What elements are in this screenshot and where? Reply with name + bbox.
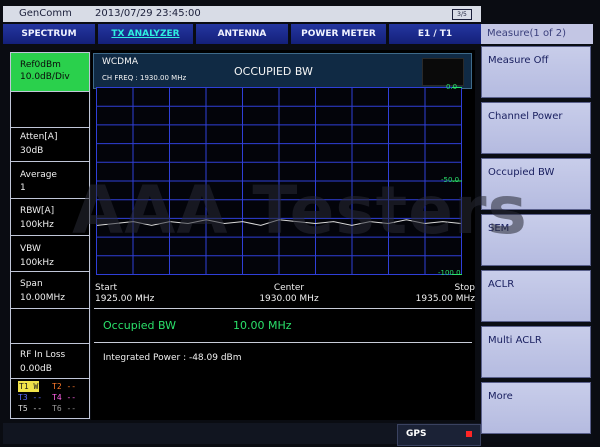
softkey-occupied-bw[interactable]: Occupied BW (481, 158, 591, 210)
center-label: Center (273, 283, 305, 293)
rf-loss-label: RF In Loss (20, 350, 66, 360)
datetime-label: 2013/07/29 23:45:00 (95, 8, 201, 19)
stop-freq: Stop 1935.00 MHz (409, 283, 475, 305)
measurement-mode: OCCUPIED BW (234, 65, 313, 78)
rbw-value: 100kHz (20, 220, 54, 230)
vbw-value: 100kHz (20, 258, 54, 268)
softkey-more[interactable]: More (481, 382, 591, 434)
measure-menu: Measure(1 of 2) Measure Off Channel Powe… (481, 22, 593, 442)
measurement-display: WCDMA CH FREQ : 1930.00 MHz OCCUPIED BW … (91, 50, 475, 420)
tab-spectrum[interactable]: SPECTRUM (3, 24, 96, 44)
analyzer-frame: GenComm 2013/07/29 23:45:00 3/5 SPECTRUM… (0, 0, 600, 447)
spectrum-plot (96, 87, 462, 275)
ref-mid-label: -50.0 (441, 176, 460, 184)
trace-t4[interactable]: T4 -- (52, 392, 76, 403)
tab-power-meter[interactable]: POWER METER (291, 24, 387, 44)
measure-menu-title: Measure(1 of 2) (481, 24, 593, 44)
scale-per-div: 10.0dB/Div (20, 72, 70, 82)
trace-t5[interactable]: T5 -- (18, 403, 42, 414)
softkey-sem[interactable]: SEM (481, 214, 591, 266)
trace-t2[interactable]: T2 -- (52, 381, 76, 392)
tab-antenna[interactable]: ANTENNA (196, 24, 289, 44)
start-value: 1925.00 MHz (95, 294, 155, 304)
integrated-power: Integrated Power : -48.09 dBm (103, 353, 242, 363)
gps-status-dot (466, 431, 472, 437)
trace-t6[interactable]: T6 -- (52, 403, 76, 414)
rbw-label: RBW[A] (20, 206, 55, 216)
stop-value: 1935.00 MHz (415, 294, 475, 304)
trace-t3[interactable]: T3 -- (18, 392, 42, 403)
mode-tabs: SPECTRUM TX ANALYZER ANTENNA POWER METER… (3, 24, 482, 44)
span-label: Span (20, 279, 43, 289)
span-value: 10.00MHz (20, 293, 66, 303)
center-value: 1930.00 MHz (259, 294, 319, 304)
trace-t1[interactable]: T1 W (18, 381, 40, 392)
softkey-multi-aclr[interactable]: Multi ACLR (481, 326, 591, 378)
occupied-bw-label: Occupied BW (103, 319, 177, 332)
battery-icon: 3/5 (452, 9, 472, 20)
settings-panel: Ref0dBm 10.0dB/Div Atten[A] 30dB Average… (10, 52, 90, 419)
softkey-aclr[interactable]: ACLR (481, 270, 591, 322)
occupied-bw-value: 10.00 MHz (233, 319, 292, 332)
softkey-measure-off[interactable]: Measure Off (481, 46, 591, 98)
gps-indicator: GPS (397, 424, 481, 446)
ref-top-label: 0.0 (446, 83, 458, 91)
average-value: 1 (20, 183, 26, 193)
stop-label: Stop (454, 283, 475, 293)
divider (94, 308, 472, 309)
ref-level: Ref0dBm (20, 60, 61, 70)
atten-label: Atten[A] (20, 132, 58, 142)
reference-level-box[interactable]: Ref0dBm 10.0dB/Div (11, 53, 89, 91)
gps-label: GPS (406, 429, 427, 439)
brand-label: GenComm (19, 8, 72, 19)
standard-label: WCDMA (102, 57, 139, 67)
vbw-label: VBW (20, 244, 41, 254)
tab-e1-t1[interactable]: E1 / T1 (389, 24, 482, 44)
status-bar: GenComm 2013/07/29 23:45:00 3/5 (3, 6, 481, 22)
softkey-channel-power[interactable]: Channel Power (481, 102, 591, 154)
ref-bottom-label: -100.0 (438, 269, 461, 277)
divider (94, 342, 472, 343)
channel-frequency: CH FREQ : 1930.00 MHz (102, 74, 187, 82)
start-label: Start (95, 283, 117, 293)
rf-loss-value: 0.00dB (20, 364, 52, 374)
status-indicator (422, 58, 464, 86)
tab-tx-analyzer[interactable]: TX ANALYZER (98, 24, 194, 44)
average-label: Average (20, 170, 57, 180)
atten-value: 30dB (20, 146, 44, 156)
center-freq: Center 1930.00 MHz (254, 283, 324, 305)
measurement-header: WCDMA CH FREQ : 1930.00 MHz OCCUPIED BW (93, 53, 472, 89)
start-freq: Start 1925.00 MHz (95, 283, 154, 305)
